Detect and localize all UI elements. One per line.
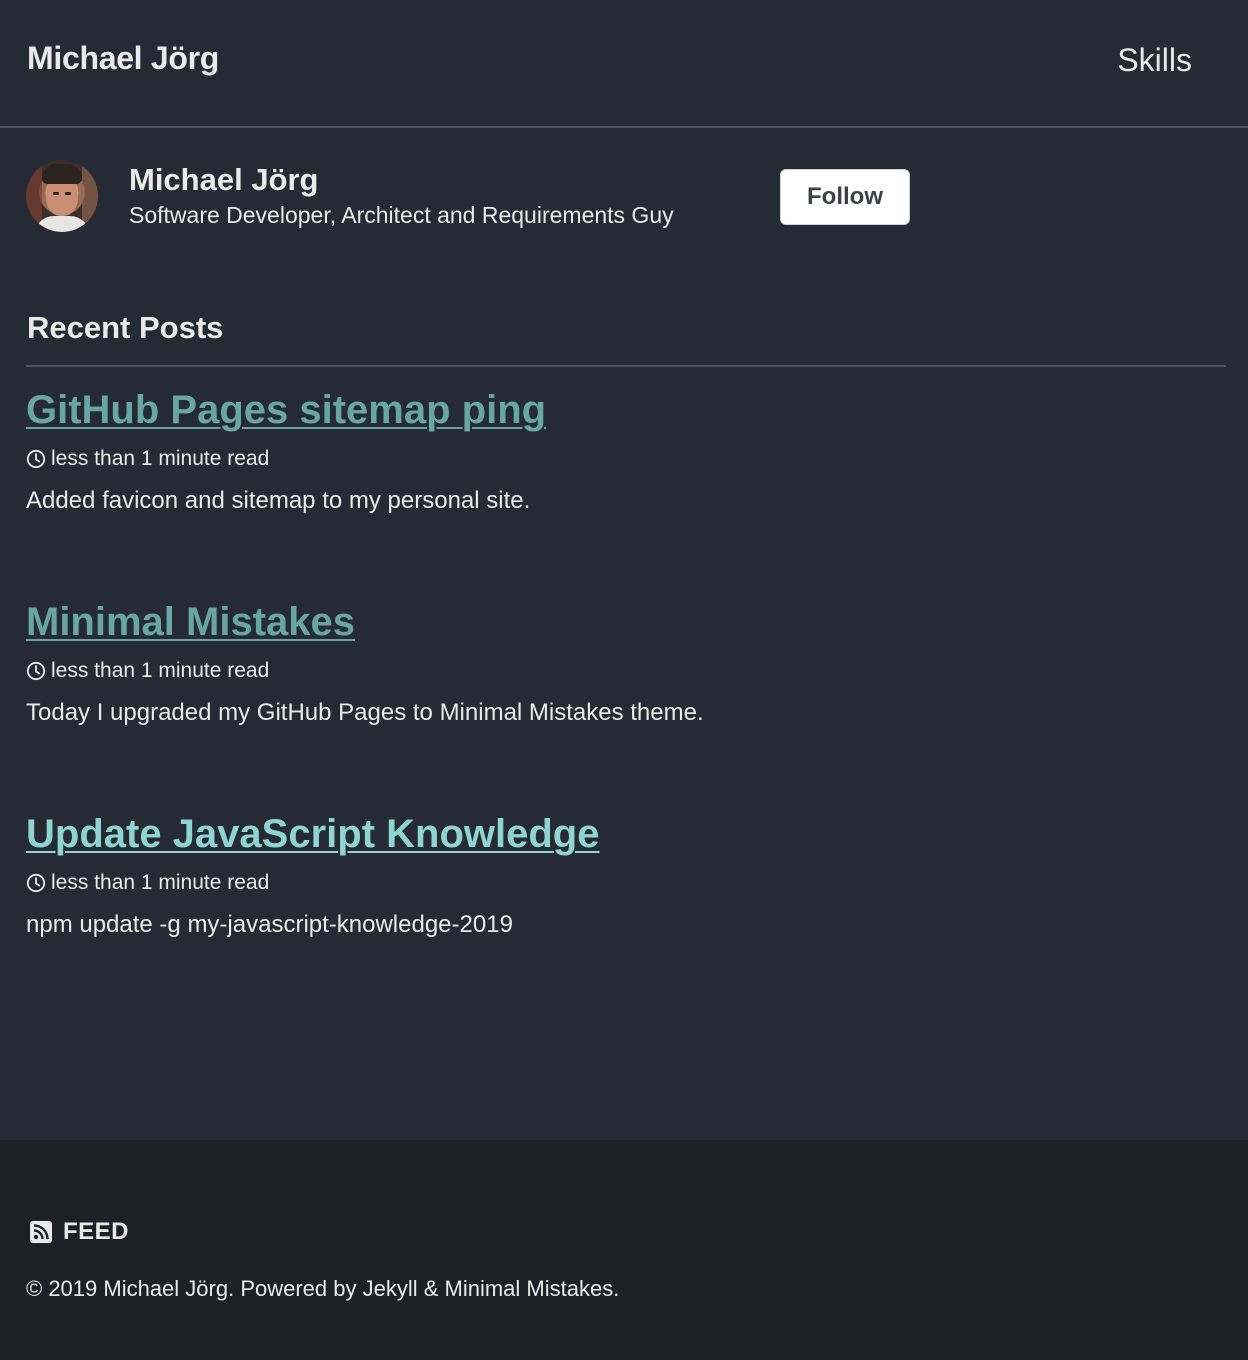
post-title-link[interactable]: Minimal Mistakes	[26, 600, 355, 645]
post-read-time: less than 1 minute read	[51, 871, 270, 894]
post-excerpt: npm update -g my-javascript-knowledge-20…	[26, 911, 513, 938]
post-item: GitHub Pages sitemap ping less than 1 mi…	[26, 388, 1226, 515]
post-excerpt: Added favicon and sitemap to my personal…	[26, 487, 531, 514]
post-item: Minimal Mistakes less than 1 minute read…	[26, 600, 1226, 727]
rss-icon	[30, 1221, 52, 1243]
feed-label: FEED	[63, 1218, 130, 1245]
post-read-time: less than 1 minute read	[51, 659, 270, 682]
author-profile: Michael Jörg Software Developer, Archite…	[26, 160, 1226, 240]
clock-icon	[26, 873, 46, 893]
follow-button[interactable]: Follow	[780, 169, 910, 225]
section-divider	[26, 365, 1226, 367]
page-footer: FEED © 2019 Michael Jörg. Powered by Jek…	[0, 1140, 1248, 1360]
post-excerpt: Today I upgraded my GitHub Pages to Mini…	[26, 699, 704, 726]
nav-link-skills[interactable]: Skills	[1117, 42, 1192, 79]
post-meta: less than 1 minute read	[26, 659, 1226, 683]
post-read-time: less than 1 minute read	[51, 447, 270, 470]
masthead: Michael Jörg Skills	[0, 0, 1248, 128]
copyright-text: © 2019 Michael Jörg. Powered by Jekyll &…	[26, 1276, 620, 1301]
clock-icon	[26, 661, 46, 681]
site-title-link[interactable]: Michael Jörg	[27, 40, 219, 77]
feed-link[interactable]: FEED	[29, 1218, 129, 1246]
post-meta: less than 1 minute read	[26, 871, 1226, 895]
post-item: Update JavaScript Knowledge less than 1 …	[26, 812, 1226, 939]
post-title-link[interactable]: Update JavaScript Knowledge	[26, 812, 599, 857]
avatar	[26, 160, 98, 232]
author-bio: Software Developer, Architect and Requir…	[129, 202, 674, 228]
post-title-link[interactable]: GitHub Pages sitemap ping	[26, 388, 546, 433]
recent-posts-heading: Recent Posts	[27, 310, 224, 345]
clock-icon	[26, 449, 46, 469]
author-name: Michael Jörg	[129, 162, 319, 197]
post-meta: less than 1 minute read	[26, 447, 1226, 471]
